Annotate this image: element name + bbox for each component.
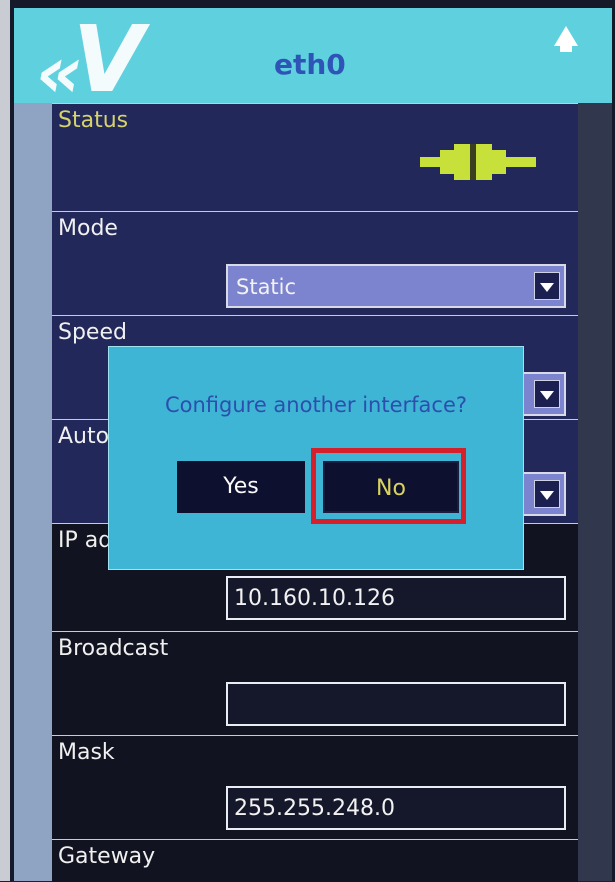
left-margin	[14, 103, 52, 881]
mode-select-value: Static	[236, 275, 297, 299]
kv-logo: «V	[36, 6, 144, 114]
auto-label: Auto	[58, 424, 110, 449]
up-arrow-icon-stem	[560, 44, 572, 52]
mask-field: Mask 255.255.248.0	[52, 735, 578, 840]
broadcast-input[interactable]	[226, 682, 566, 726]
gateway-label: Gateway	[58, 844, 156, 869]
status-field: Status	[52, 103, 578, 212]
mask-value: 255.255.248.0	[234, 796, 395, 821]
up-arrow-icon[interactable]	[554, 26, 578, 46]
dialog-message: Configure another interface?	[164, 393, 468, 417]
scrollbar-track[interactable]	[578, 103, 612, 881]
broadcast-label: Broadcast	[58, 636, 169, 661]
broadcast-field: Broadcast	[52, 631, 578, 736]
yes-button[interactable]: Yes	[177, 461, 305, 513]
chevron-down-icon[interactable]	[534, 380, 560, 408]
mask-label: Mask	[58, 740, 115, 765]
mode-field: Mode Static	[52, 211, 578, 316]
no-button-highlight	[311, 448, 466, 524]
gateway-field: Gateway	[52, 839, 578, 882]
mode-select[interactable]: Static	[226, 264, 566, 308]
mode-label: Mode	[58, 216, 118, 241]
speed-label: Speed	[58, 320, 127, 345]
chevron-down-icon[interactable]	[534, 480, 560, 508]
mask-input[interactable]: 255.255.248.0	[226, 786, 566, 830]
page-title: eth0	[274, 48, 346, 81]
ip-address-value: 10.160.10.126	[234, 586, 395, 611]
ip-address-label: IP ad	[58, 528, 113, 553]
header-bar: «V eth0	[14, 8, 612, 108]
plug-connected-icon	[420, 144, 536, 180]
ip-address-input[interactable]: 10.160.10.126	[226, 576, 566, 620]
chevron-down-icon[interactable]	[534, 272, 560, 300]
device-bezel	[0, 0, 10, 881]
status-label: Status	[58, 108, 129, 133]
